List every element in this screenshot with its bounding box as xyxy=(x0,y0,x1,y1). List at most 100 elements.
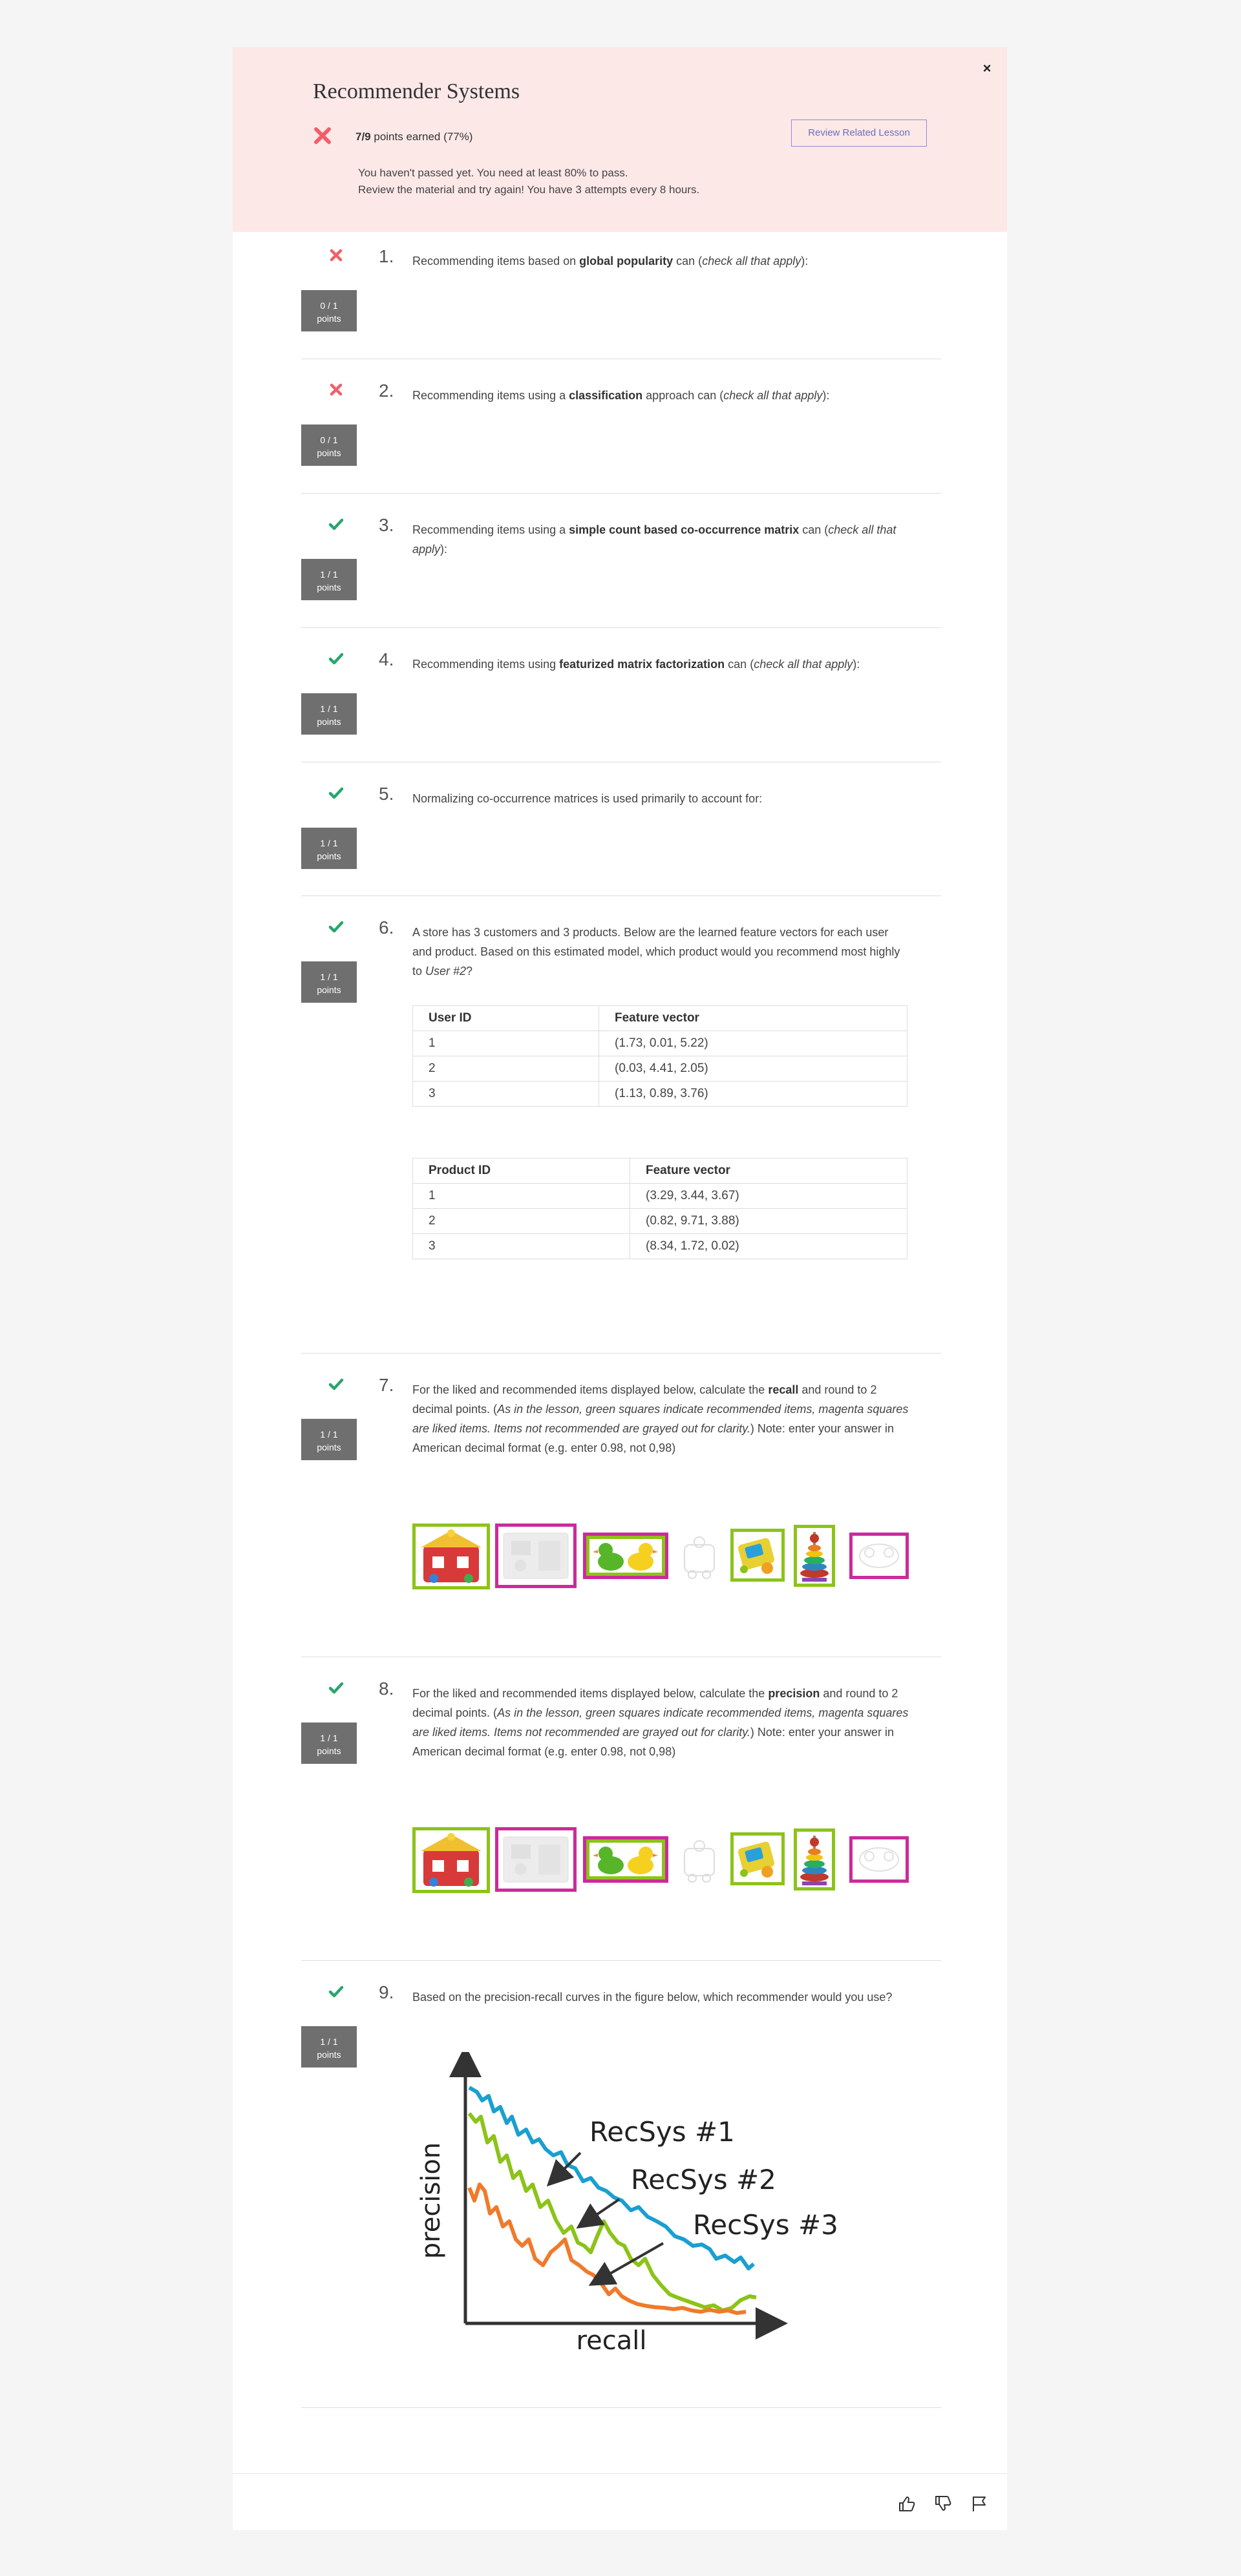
points-badge: 1 / 1 points xyxy=(301,961,357,1003)
table-row: 1 (1.73, 0.01, 5.22) xyxy=(412,1031,907,1056)
recsys-3-curve xyxy=(467,2183,747,2315)
table-row: 3 (8.34, 1.72, 0.02) xyxy=(412,1233,907,1259)
question-divider xyxy=(301,1353,941,1354)
table-cell: 2 xyxy=(412,1056,599,1082)
grayed-toy-icon xyxy=(495,1827,577,1892)
review-lesson-button[interactable]: Review Related Lesson xyxy=(791,120,927,147)
table-header-cell: Feature vector xyxy=(599,1005,907,1031)
table-cell: 3 xyxy=(412,1233,630,1259)
points-unit: points xyxy=(317,448,341,458)
toy-shop-icon xyxy=(412,1827,490,1893)
question-number: 7. xyxy=(379,1375,394,1395)
question-number: 5. xyxy=(379,784,394,804)
recsys-2-pointer-arrow xyxy=(576,2198,620,2229)
points-badge: 1 / 1 points xyxy=(301,1723,357,1764)
quiz-card: × Recommender Systems 7/9 points earned … xyxy=(233,47,1007,2530)
question-5: 1 / 1 points 5. Normalizing co-occurrence… xyxy=(301,770,941,892)
correct-check-icon xyxy=(328,1985,344,1998)
question-text: Recommending items using featurized matr… xyxy=(412,658,860,671)
rubber-ducks-icon xyxy=(583,1836,668,1883)
question-7: 1 / 1 points 7. For the liked and recomme… xyxy=(301,1361,941,1651)
points-unit: points xyxy=(317,1746,341,1756)
table-header-cell: Product ID xyxy=(412,1158,630,1184)
question-number: 4. xyxy=(379,649,394,669)
table-cell: 1 xyxy=(412,1031,599,1056)
quiz-title: Recommender Systems xyxy=(313,79,520,103)
grayed-toy-icon xyxy=(675,1834,724,1888)
user-feature-table: User ID Feature vector 1 (1.73, 0.01, 5.2… xyxy=(412,1005,907,1107)
question-1: 0 / 1 points 1. Recommending items based … xyxy=(301,232,941,355)
thumbs-up-icon[interactable] xyxy=(897,2494,917,2513)
question-9: 1 / 1 points 9. Based on the precision-re… xyxy=(301,1968,941,2446)
points-unit: points xyxy=(317,313,341,324)
fail-message-line: Review the material and try again! You h… xyxy=(358,183,700,196)
correct-check-icon xyxy=(328,1682,344,1694)
table-cell: (8.34, 1.72, 0.02) xyxy=(630,1233,907,1259)
score-text: points earned (77%) xyxy=(370,131,473,143)
question-divider xyxy=(301,1960,941,1961)
close-button[interactable]: × xyxy=(980,61,994,76)
thumbs-down-icon[interactable] xyxy=(933,2494,953,2513)
points-badge: 1 / 1 points xyxy=(301,828,357,869)
table-cell: (1.13, 0.89, 3.76) xyxy=(599,1081,907,1107)
points-unit: points xyxy=(317,2049,341,2060)
footer-divider xyxy=(233,2473,1007,2474)
question-divider xyxy=(301,2407,941,2408)
points-badge: 1 / 1 points xyxy=(301,559,357,600)
toy-shop-icon xyxy=(412,1524,490,1589)
correct-check-icon xyxy=(328,518,344,530)
points-unit: points xyxy=(317,851,341,861)
points-unit: points xyxy=(317,985,341,995)
table-cell: (1.73, 0.01, 5.22) xyxy=(599,1031,907,1056)
y-axis-label: precision xyxy=(418,2142,446,2259)
question-text: A store has 3 customers and 3 products. … xyxy=(412,926,900,978)
rubber-ducks-icon xyxy=(583,1533,668,1579)
question-divider xyxy=(301,895,941,896)
table-header-cell: Feature vector xyxy=(630,1158,907,1184)
points-value: 1 / 1 xyxy=(320,1733,338,1743)
recsys-3-label: RecSys #3 xyxy=(693,2209,838,2241)
flag-icon[interactable] xyxy=(970,2494,989,2513)
table-header-cell: User ID xyxy=(412,1005,599,1031)
item-strip-recall xyxy=(412,1524,910,1595)
table-cell: 3 xyxy=(412,1081,599,1107)
question-text: Recommending items using a classificatio… xyxy=(412,389,830,402)
question-8: 1 / 1 points 8. For the liked and recomme… xyxy=(301,1664,941,1955)
question-text: Normalizing co-occurrence matrices is us… xyxy=(412,792,763,805)
grayed-toy-icon xyxy=(495,1524,577,1588)
points-value: 0 / 1 xyxy=(320,435,338,445)
question-number: 6. xyxy=(379,917,394,937)
table-cell: (3.29, 3.44, 3.67) xyxy=(630,1183,907,1209)
question-6: 1 / 1 points 6. A store has 3 customers a… xyxy=(301,903,941,1356)
points-value: 1 / 1 xyxy=(320,704,338,714)
question-number: 8. xyxy=(379,1679,394,1699)
table-header-row: User ID Feature vector xyxy=(412,1005,907,1031)
correct-check-icon xyxy=(328,1378,344,1390)
table-row: 2 (0.03, 4.41, 2.05) xyxy=(412,1056,907,1082)
points-value: 1 / 1 xyxy=(320,838,338,848)
table-row: 3 (1.13, 0.89, 3.76) xyxy=(412,1081,907,1107)
question-divider xyxy=(301,493,941,494)
question-number: 1. xyxy=(379,246,394,266)
question-number: 3. xyxy=(379,515,394,535)
grayed-toy-icon xyxy=(849,1836,909,1883)
table-row: 2 (0.82, 9.71, 3.88) xyxy=(412,1208,907,1234)
points-unit: points xyxy=(317,1442,341,1452)
points-badge: 1 / 1 points xyxy=(301,693,357,735)
ring-stacker-icon xyxy=(794,1525,835,1587)
points-value: 1 / 1 xyxy=(320,972,338,982)
question-text: For the liked and recommended items disp… xyxy=(412,1687,909,1758)
quiz-result-header: × Recommender Systems 7/9 points earned … xyxy=(233,47,1007,232)
incorrect-x-icon xyxy=(330,249,343,262)
fail-message-line: You haven't passed yet. You need at leas… xyxy=(358,167,628,179)
grayed-toy-icon xyxy=(675,1530,724,1584)
points-value: 1 / 1 xyxy=(320,569,338,580)
table-header-row: Product ID Feature vector xyxy=(412,1158,907,1184)
question-text: Recommending items based on global popul… xyxy=(412,255,809,267)
table-cell: (0.03, 4.41, 2.05) xyxy=(599,1056,907,1082)
correct-check-icon xyxy=(328,787,344,799)
correct-check-icon xyxy=(328,921,344,933)
grayed-toy-icon xyxy=(849,1533,909,1579)
precision-recall-figure: precision recall RecSys #1 RecSys #2 Rec… xyxy=(418,2052,838,2356)
question-2: 0 / 1 points 2. Recommending items using … xyxy=(301,366,941,489)
